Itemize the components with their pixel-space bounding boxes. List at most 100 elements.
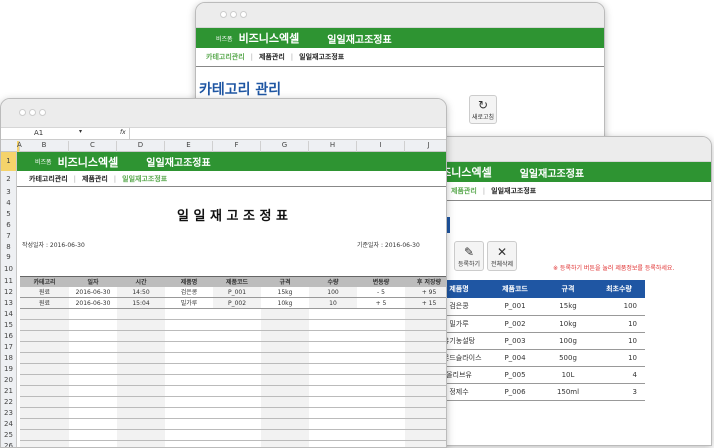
column-header[interactable]: D xyxy=(117,141,165,152)
sheet-cell[interactable]: + 5 xyxy=(357,298,405,309)
sheet-cell[interactable]: 14:50 xyxy=(117,287,165,298)
sheet-cell[interactable]: 2016-06-30 xyxy=(69,298,117,309)
sheet-cell[interactable]: P_001 xyxy=(213,287,261,298)
product-cell: P_002 xyxy=(487,315,543,333)
sheet-cell[interactable]: 원료 xyxy=(20,298,69,309)
delete-all-label: 전체삭제 xyxy=(490,260,514,268)
sheet-cell[interactable]: 15kg xyxy=(261,287,309,298)
row-number[interactable]: 23 xyxy=(1,408,17,419)
sheet-cell[interactable]: 2016-06-30 xyxy=(69,287,117,298)
column-shade xyxy=(117,298,165,447)
sheet-column-header: 수량 xyxy=(309,276,357,287)
product-cell: 100g xyxy=(543,332,593,350)
row-number[interactable]: 8 xyxy=(1,242,17,253)
row-line xyxy=(20,418,446,419)
sheet-cell[interactable]: 10 xyxy=(309,298,357,309)
column-shade xyxy=(405,298,446,447)
product-table: 제품명 제품코드 규격 최초수량 검은콩 P_001 15kg 100 밀가루 P_002… xyxy=(431,280,645,401)
row-number[interactable]: 1 xyxy=(1,152,17,171)
brand-name: 비즈니스엑셀 xyxy=(238,32,300,45)
column-header[interactable]: E xyxy=(165,141,213,152)
row-number[interactable]: 4 xyxy=(1,198,17,209)
formula-input[interactable] xyxy=(129,128,446,139)
sheet-cell[interactable]: + 15 xyxy=(405,298,446,309)
nav-category[interactable]: 카테고리관리 xyxy=(206,52,245,62)
nav-category[interactable]: 카테고리관리 xyxy=(29,174,68,184)
column-header[interactable]: I xyxy=(357,141,405,152)
row-number[interactable]: 9 xyxy=(1,253,17,262)
sheet-cell[interactable]: 원료 xyxy=(20,287,69,298)
sheet-cell[interactable]: 10kg xyxy=(261,298,309,309)
row-number[interactable]: 5 xyxy=(1,209,17,220)
column-headers: ABCDEFGHIJ xyxy=(1,140,446,152)
fx-icon[interactable]: fx xyxy=(120,129,126,136)
row-number[interactable]: 13 xyxy=(1,298,17,309)
sheet-cell[interactable]: - 5 xyxy=(357,287,405,298)
row-number[interactable]: 16 xyxy=(1,331,17,342)
row-number[interactable]: 14 xyxy=(1,309,17,320)
row-line xyxy=(20,352,446,353)
sheet-cell[interactable]: 100 xyxy=(309,287,357,298)
column-header[interactable]: C xyxy=(69,141,117,152)
delete-all-button[interactable]: ✕ 전체삭제 xyxy=(487,241,517,271)
nav-daily[interactable]: 일일재고조정표 xyxy=(122,174,167,184)
row-number[interactable]: 18 xyxy=(1,353,17,364)
row-number[interactable]: 2 xyxy=(1,171,17,187)
row-number[interactable]: 22 xyxy=(1,397,17,408)
product-row[interactable]: 밀가루 P_002 10kg 10 xyxy=(431,315,645,333)
row-number[interactable]: 10 xyxy=(1,262,17,276)
formula-bar: A1 ▾ fx xyxy=(1,128,446,140)
product-cell: P_004 xyxy=(487,349,543,367)
row-line xyxy=(20,396,446,397)
row-number[interactable]: 17 xyxy=(1,342,17,353)
column-header[interactable]: G xyxy=(261,141,309,152)
row-number[interactable]: 7 xyxy=(1,231,17,242)
product-row[interactable]: 유기농설탕 P_003 100g 10 xyxy=(431,332,645,350)
product-row[interactable]: 검은콩 P_001 15kg 100 xyxy=(431,298,645,316)
dropdown-icon[interactable]: ▾ xyxy=(79,128,82,135)
sheet-cell[interactable]: 밀가루 xyxy=(165,298,213,309)
column-header[interactable]: J xyxy=(405,141,446,152)
sheet-cell[interactable]: 15:04 xyxy=(117,298,165,309)
product-cell: 100 xyxy=(593,298,645,316)
row-number[interactable]: 3 xyxy=(1,187,17,198)
row-number[interactable]: 21 xyxy=(1,386,17,397)
product-row[interactable]: 아몬드슬라이스 P_004 500g 10 xyxy=(431,349,645,367)
nav-product[interactable]: 제품관리 xyxy=(451,186,477,196)
row-number[interactable]: 19 xyxy=(1,364,17,375)
row-number[interactable]: 6 xyxy=(1,220,17,231)
name-box[interactable]: A1 xyxy=(34,129,43,137)
product-cell: 15kg xyxy=(543,298,593,316)
app-title: 일일재고조정표 xyxy=(327,34,392,46)
row-number[interactable]: 25 xyxy=(1,430,17,441)
product-row[interactable]: 정제수 P_006 150ml 3 xyxy=(431,383,645,401)
nav-daily[interactable]: 일일재고조정표 xyxy=(299,52,344,62)
sheet-cell[interactable]: P_002 xyxy=(213,298,261,309)
sheet-cell[interactable]: + 95 xyxy=(405,287,446,298)
nav-daily[interactable]: 일일재고조정표 xyxy=(491,186,536,196)
row-number[interactable]: 15 xyxy=(1,320,17,331)
register-button[interactable]: ✎ 등록하기 xyxy=(454,241,484,271)
row-number[interactable]: 11 xyxy=(1,276,17,287)
app-header: 비즈폼 비즈니스엑셀 일일재고조정표 xyxy=(196,28,604,48)
nav-product[interactable]: 제품관리 xyxy=(259,52,285,62)
col-spec: 규격 xyxy=(543,280,593,298)
page-title: 카테고리 관리 xyxy=(199,82,282,98)
sheet-column-header: 카테고리 xyxy=(20,276,69,287)
report-title: 일 일 재 고 조 정 표 xyxy=(177,209,288,224)
sheet-cell[interactable]: 검은콩 xyxy=(165,287,213,298)
row-line xyxy=(20,341,446,342)
app-header: 비즈니스엑셀 일일재고조정표 xyxy=(421,162,711,182)
refresh-label: 새로고침 xyxy=(471,114,495,121)
column-header[interactable]: F xyxy=(213,141,261,152)
brand-name: 비즈니스엑셀 xyxy=(57,155,119,169)
row-number[interactable]: 24 xyxy=(1,419,17,430)
column-header[interactable]: H xyxy=(309,141,357,152)
row-number[interactable]: 26 xyxy=(1,441,17,447)
nav-product[interactable]: 제품관리 xyxy=(82,174,108,184)
refresh-button[interactable]: ↻ 새로고침 xyxy=(469,95,497,124)
product-row[interactable]: 올리브유 P_005 10L 4 xyxy=(431,366,645,384)
column-header[interactable]: B xyxy=(20,141,69,152)
row-number[interactable]: 20 xyxy=(1,375,17,386)
row-number[interactable]: 12 xyxy=(1,287,17,298)
